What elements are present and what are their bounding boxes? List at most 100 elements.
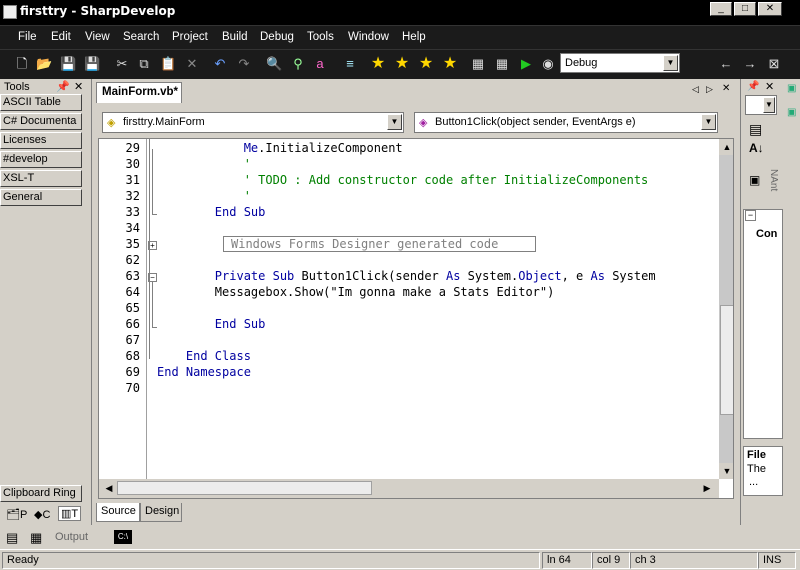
save-icon[interactable]: 💾 xyxy=(60,56,76,72)
find-replace-icon[interactable]: ⚲ xyxy=(290,56,306,72)
task-list-icon[interactable]: ▤ xyxy=(6,530,18,546)
horizontal-scrollbar[interactable]: ◀ ▶ xyxy=(99,479,719,498)
pin-icon[interactable]: 📌 xyxy=(747,81,759,92)
copy-icon[interactable]: ⧉ xyxy=(136,56,152,72)
stop-icon[interactable]: ◉ xyxy=(540,56,556,72)
menu-edit[interactable]: Edit xyxy=(51,31,71,43)
panel-tab-classes[interactable]: ◆C xyxy=(34,508,50,521)
maximize-button[interactable]: □ xyxy=(734,2,756,16)
chevron-down-icon[interactable]: ▼ xyxy=(663,55,678,71)
properties-object-select[interactable]: ▼ xyxy=(745,95,777,115)
nant-icon[interactable]: ▣ xyxy=(787,83,796,94)
panel-tab-projects[interactable]: 🗂P xyxy=(6,508,27,521)
output-window-icon[interactable]: ▦ xyxy=(30,530,42,546)
delete-icon[interactable]: ✕ xyxy=(184,56,200,72)
collapsed-region[interactable]: Windows Forms Designer generated code xyxy=(223,236,536,252)
panel-tab-tools[interactable]: ▥T xyxy=(58,506,82,521)
menu-build[interactable]: Build xyxy=(222,31,248,43)
console-icon[interactable]: C:\ xyxy=(114,530,132,544)
output-tab-label[interactable]: Output xyxy=(55,531,88,543)
menu-search[interactable]: Search xyxy=(123,31,159,43)
code-line[interactable]: End Class xyxy=(157,349,251,363)
code-line[interactable]: End Sub xyxy=(157,317,266,331)
sort-az-icon[interactable]: A↓ xyxy=(749,141,764,155)
code-line[interactable]: ' xyxy=(157,189,251,203)
nav-forward-icon[interactable]: → xyxy=(742,56,758,72)
chevron-down-icon[interactable]: ▼ xyxy=(763,97,775,113)
tab-scroll-left-icon[interactable]: ◁ xyxy=(692,84,699,95)
nav-close-icon[interactable]: ⊠ xyxy=(766,56,782,72)
tab-design[interactable]: Design xyxy=(140,503,182,522)
description-title: File xyxy=(747,449,766,461)
nant-target-icon[interactable]: ▣ xyxy=(787,107,796,118)
rebuild-icon[interactable]: ▦ xyxy=(494,56,510,72)
nav-back-icon[interactable]: ← xyxy=(718,56,734,72)
code-editor[interactable]: 29 30 31 32 33 34 35 62 63 64 65 66 67 68 69 70 Me.Init… xyxy=(98,138,734,499)
bookmark-next-icon[interactable]: ★ xyxy=(418,56,434,72)
code-line[interactable]: Private Sub Button1Click(sender As Syste… xyxy=(157,269,656,283)
find-icon[interactable]: 🔍 xyxy=(266,56,282,72)
tool-category-clipboard-ring[interactable]: Clipboard Ring xyxy=(0,485,82,502)
code-line[interactable]: ' TODO : Add constructor code after Init… xyxy=(157,173,649,187)
vertical-scrollbar[interactable]: ▲ ▼ xyxy=(719,139,733,479)
cut-icon[interactable]: ✂ xyxy=(114,56,130,72)
redo-icon[interactable]: ↷ xyxy=(236,56,252,72)
scroll-left-icon[interactable]: ◀ xyxy=(101,480,117,496)
scroll-up-icon[interactable]: ▲ xyxy=(719,139,733,155)
menu-tools[interactable]: Tools xyxy=(307,31,334,43)
close-button[interactable]: ✕ xyxy=(758,2,782,16)
bookmark-clear-icon[interactable]: ★ xyxy=(442,56,458,72)
document-tab[interactable]: MainForm.vb* xyxy=(96,82,182,103)
member-combobox[interactable]: ◈ Button1Click(object sender, EventArgs … xyxy=(414,112,718,133)
tool-category-xslt[interactable]: XSL-T xyxy=(0,170,82,187)
horizontal-scroll-thumb[interactable] xyxy=(117,481,372,495)
tool-category-licenses[interactable]: Licenses xyxy=(0,132,82,149)
menu-debug[interactable]: Debug xyxy=(260,31,294,43)
bookmark-prev-icon[interactable]: ★ xyxy=(394,56,410,72)
panel-close-icon[interactable]: ✕ xyxy=(765,80,774,93)
vertical-scroll-thumb[interactable] xyxy=(720,305,733,415)
class-combobox[interactable]: ◈ firsttry.MainForm ▼ xyxy=(102,112,404,133)
open-folder-icon[interactable]: 📂 xyxy=(36,56,52,72)
undo-icon[interactable]: ↶ xyxy=(212,56,228,72)
tool-category-csharp-doc[interactable]: C# Documenta xyxy=(0,113,82,130)
tool-category-general[interactable]: General xyxy=(0,189,82,206)
code-line[interactable]: Me.InitializeComponent xyxy=(157,141,403,155)
tab-scroll-right-icon[interactable]: ▷ xyxy=(706,84,713,95)
scroll-down-icon[interactable]: ▼ xyxy=(719,463,733,479)
menu-view[interactable]: View xyxy=(85,31,110,43)
pin-icon[interactable]: 📌 xyxy=(56,80,70,93)
tab-source[interactable]: Source xyxy=(96,503,140,522)
menu-help[interactable]: Help xyxy=(402,31,426,43)
tool-category-develop[interactable]: #develop xyxy=(0,151,82,168)
tool-category-ascii[interactable]: ASCII Table xyxy=(0,94,82,111)
run-icon[interactable]: ▶ xyxy=(518,56,534,72)
menu-window[interactable]: Window xyxy=(348,31,389,43)
code-line[interactable]: Messagebox.Show("Im gonna make a Stats E… xyxy=(157,285,555,299)
code-line[interactable]: End Namespace xyxy=(157,365,251,379)
menu-file[interactable]: File xyxy=(18,31,37,43)
bookmark-toggle-icon[interactable]: ★ xyxy=(370,56,386,72)
menu-project[interactable]: Project xyxy=(172,31,208,43)
property-grid[interactable]: − Con xyxy=(743,209,783,439)
panel-close-icon[interactable]: ✕ xyxy=(74,80,83,93)
paste-icon[interactable]: 📋 xyxy=(160,56,176,72)
build-config-select[interactable]: Debug ▼ xyxy=(560,53,680,73)
doc-close-icon[interactable]: ✕ xyxy=(722,83,730,94)
code-line[interactable]: End Sub xyxy=(157,205,266,219)
property-pages-icon[interactable]: ▣ xyxy=(749,173,760,187)
chevron-down-icon[interactable]: ▼ xyxy=(387,114,402,130)
new-file-icon[interactable]: 🗋 xyxy=(14,56,30,72)
spell-icon[interactable]: a xyxy=(312,56,328,72)
chevron-down-icon[interactable]: ▼ xyxy=(701,114,716,130)
categorized-icon[interactable]: ▤ xyxy=(749,121,762,138)
scroll-right-icon[interactable]: ▶ xyxy=(699,480,715,496)
build-icon[interactable]: ▦ xyxy=(470,56,486,72)
collapse-icon[interactable]: − xyxy=(745,210,756,221)
minimize-button[interactable]: _ xyxy=(710,2,732,16)
nant-vertical-label[interactable]: NAnt xyxy=(768,169,779,191)
indent-icon[interactable]: ≡ xyxy=(342,56,358,72)
save-all-icon[interactable]: 💾 xyxy=(84,56,100,72)
code-line[interactable]: ' xyxy=(157,157,251,171)
